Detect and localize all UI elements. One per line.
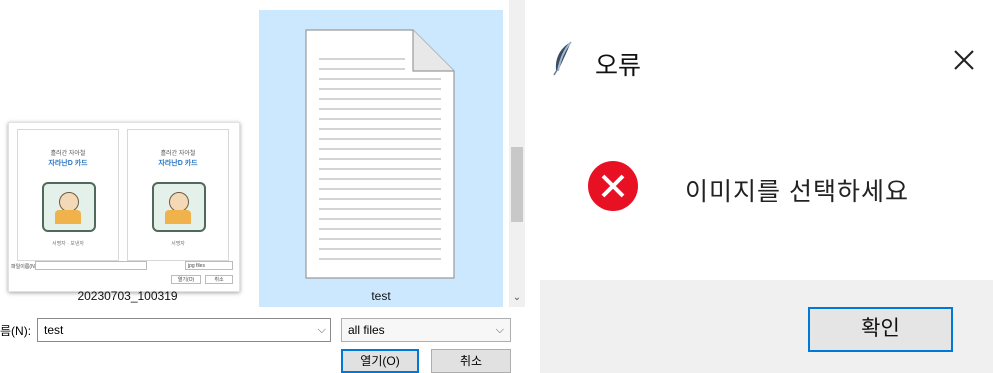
image-thumbnail-icon: 흘러간 자아철 자라난D 카드 서명자 · 보낸자 흘러간 자아철 자라난D 카…: [8, 122, 240, 292]
close-icon[interactable]: [950, 46, 978, 74]
filename-input[interactable]: test ⌵: [37, 318, 331, 342]
thumbnail-page: 흘러간 자아철 자라난D 카드 서명자: [127, 129, 229, 261]
error-message: 이미지를 선택하세요: [685, 178, 909, 206]
thumbnail-filename-box: [35, 261, 147, 270]
feather-icon: [553, 41, 572, 76]
filename-row: 름(N): test ⌵ all files ⌵: [0, 318, 525, 342]
file-item-name: test: [371, 289, 391, 303]
thumbnail-line2: 자라난D 카드: [48, 160, 88, 167]
thumbnail-caption: 서명자 · 보낸자: [51, 241, 85, 247]
chevron-down-icon[interactable]: ⌄: [509, 292, 525, 303]
file-type-select[interactable]: all files ⌵: [341, 318, 511, 342]
blank-document-icon: [305, 29, 455, 279]
file-item-image[interactable]: 흘러간 자아철 자라난D 카드 서명자 · 보낸자 흘러간 자아철 자라난D 카…: [0, 10, 255, 307]
chevron-down-icon: ⌵: [495, 324, 504, 336]
error-dialog: 오류 이미지를 선택하세요 확인: [525, 0, 993, 373]
dialog-title: 오류: [595, 52, 642, 80]
thumbnail-caption: 서명자: [171, 241, 185, 247]
file-item-document[interactable]: test: [259, 10, 503, 307]
thumbnail-page: 흘러간 자아철 자라난D 카드 서명자 · 보낸자: [17, 129, 119, 261]
filename-label: 름(N):: [0, 324, 32, 338]
thumbnail-illustration: [42, 182, 96, 232]
file-type-value: all files: [348, 323, 385, 337]
thumbnail-open-btn: 열기(O): [171, 275, 201, 284]
thumbnail-line1: 흘러간 자아철: [160, 151, 196, 157]
dialog-footer: 확인: [540, 280, 993, 373]
chevron-down-icon[interactable]: ⌵: [318, 319, 326, 341]
thumbnail-type-box: jpg files: [185, 261, 233, 270]
scrollbar-thumb[interactable]: [511, 147, 523, 222]
error-titlebar: 오류: [525, 0, 993, 120]
thumbnail-line2: 자라난D 카드: [158, 160, 198, 167]
vertical-scrollbar[interactable]: ⌄: [509, 0, 525, 307]
thumbnail-line1: 흘러간 자아철: [50, 151, 86, 157]
ok-button[interactable]: 확인: [808, 307, 953, 352]
thumbnail-filename-label: 파일이름(N):: [11, 264, 38, 270]
open-button[interactable]: 열기(O): [341, 349, 419, 373]
file-item-name: 20230703_100319: [77, 289, 178, 303]
thumbnail-cancel-btn: 취소: [205, 275, 233, 284]
thumbnail-illustration: [152, 182, 206, 232]
file-open-dialog: 흘러간 자아철 자라난D 카드 서명자 · 보낸자 흘러간 자아철 자라난D 카…: [0, 0, 525, 373]
cancel-button[interactable]: 취소: [431, 349, 511, 373]
error-icon: [588, 161, 638, 211]
filename-value: test: [44, 323, 64, 337]
